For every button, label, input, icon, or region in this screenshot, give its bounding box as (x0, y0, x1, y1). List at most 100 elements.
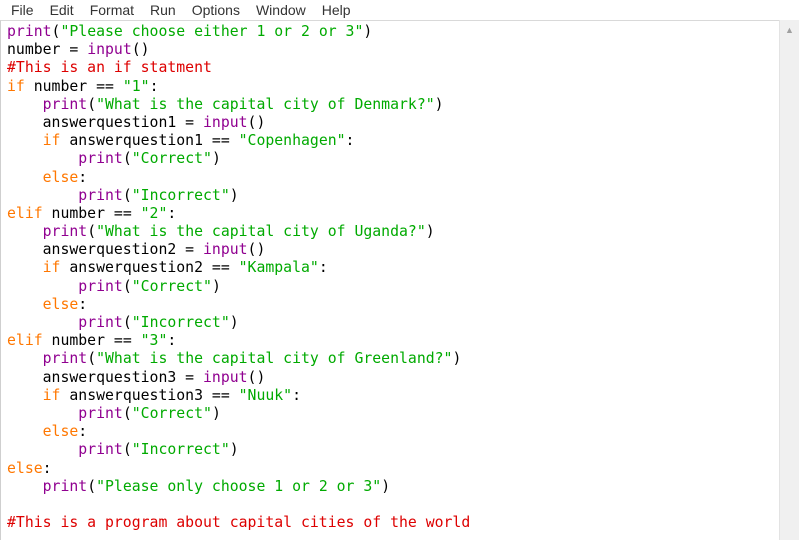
code-line[interactable]: print("Correct") (7, 278, 470, 296)
code-token-keyword: elif (7, 332, 43, 350)
code-token-builtin: input (203, 241, 248, 259)
code-line[interactable]: else: (7, 296, 470, 314)
code-token-plain: ) (229, 186, 239, 204)
menu-help[interactable]: Help (314, 0, 359, 20)
menu-format[interactable]: Format (82, 0, 142, 20)
code-token-plain: ) (434, 95, 444, 113)
code-token-builtin: input (203, 368, 248, 386)
code-token-keyword: if (42, 132, 61, 150)
code-line[interactable]: #This is a program about capital cities … (7, 514, 470, 532)
code-line[interactable]: print("Correct") (7, 150, 470, 168)
code-token-plain: : (78, 295, 88, 313)
code-line[interactable]: print("What is the capital city of Ugand… (7, 223, 470, 241)
code-token-plain: ( (122, 277, 132, 295)
code-token-plain: ( (87, 223, 97, 241)
code-line[interactable]: else: (7, 460, 470, 478)
code-editor[interactable]: print("Please choose either 1 or 2 or 3"… (0, 20, 779, 540)
code-line[interactable]: print("Correct") (7, 405, 470, 423)
code-line[interactable]: answerquestion3 = input() (7, 369, 470, 387)
code-token-plain: : (345, 132, 355, 150)
menu-window[interactable]: Window (248, 0, 314, 20)
code-token-plain: () (131, 41, 150, 59)
code-token-plain: () (247, 368, 266, 386)
code-line[interactable]: if answerquestion1 == "Copenhagen": (7, 132, 470, 150)
code-token-plain: ) (452, 350, 462, 368)
code-text[interactable]: print("Please choose either 1 or 2 or 3"… (7, 23, 470, 532)
code-line[interactable]: elif number == "2": (7, 205, 470, 223)
menu-options[interactable]: Options (184, 0, 248, 20)
code-line[interactable]: if answerquestion3 == "Nuuk": (7, 387, 470, 405)
code-token-keyword: if (42, 259, 61, 277)
code-token-comment: #This is a program about capital cities … (7, 514, 471, 532)
code-token-plain: ( (87, 95, 97, 113)
code-line[interactable]: answerquestion2 = input() (7, 241, 470, 259)
scroll-up-arrow-icon[interactable]: ▲ (780, 20, 799, 40)
code-token-string: "Incorrect" (131, 186, 230, 204)
code-token-plain: ) (211, 150, 221, 168)
code-token-builtin: input (87, 41, 132, 59)
code-line[interactable]: print("Incorrect") (7, 441, 470, 459)
code-line[interactable]: if number == "1": (7, 78, 470, 96)
code-token-plain: ) (211, 277, 221, 295)
code-line[interactable]: else: (7, 169, 470, 187)
code-line[interactable]: print("Please choose either 1 or 2 or 3"… (7, 23, 470, 41)
code-token-plain: ) (229, 314, 239, 331)
code-line[interactable] (7, 496, 470, 514)
code-token-plain: ( (87, 477, 97, 495)
code-token-keyword: else (42, 168, 79, 186)
code-token-plain: number == (24, 77, 123, 95)
menu-file[interactable]: File (0, 0, 42, 20)
code-token-plain: answerquestion2 == (60, 259, 239, 277)
code-line[interactable]: answerquestion1 = input() (7, 114, 470, 132)
code-line[interactable]: elif number == "3": (7, 332, 470, 350)
code-token-plain: : (78, 423, 88, 441)
code-token-keyword: if (42, 386, 61, 404)
code-line[interactable]: print("What is the capital city of Denma… (7, 96, 470, 114)
vertical-scrollbar[interactable]: ▲ (779, 20, 799, 540)
code-token-string: "Please choose either 1 or 2 or 3" (60, 23, 364, 40)
code-token-builtin: print (78, 150, 123, 168)
code-token-builtin: print (78, 186, 123, 204)
code-line[interactable]: number = input() (7, 41, 470, 59)
code-token-string: "Correct" (131, 277, 212, 295)
code-token-keyword: else (42, 423, 79, 441)
code-token-plain: answerquestion3 = (7, 368, 203, 386)
code-token-builtin: print (78, 404, 123, 422)
code-line[interactable]: #This is an if statment (7, 59, 470, 77)
code-token-plain: : (42, 459, 52, 477)
code-token-plain: : (78, 168, 88, 186)
code-token-builtin: print (78, 314, 123, 331)
code-line[interactable]: if answerquestion2 == "Kampala": (7, 259, 470, 277)
code-token-string: "Incorrect" (131, 314, 230, 331)
code-token-plain: ( (122, 186, 132, 204)
code-token-string: "Copenhagen" (238, 132, 346, 150)
code-token-builtin: input (203, 113, 248, 131)
code-token-builtin: print (42, 223, 88, 241)
code-token-plain: : (292, 386, 302, 404)
code-token-string: "1" (122, 77, 150, 95)
code-token-plain: number == (42, 204, 141, 222)
code-line[interactable]: print("Incorrect") (7, 314, 470, 332)
code-line[interactable]: print("Incorrect") (7, 187, 470, 205)
menu-edit[interactable]: Edit (42, 0, 82, 20)
code-line[interactable]: print("What is the capital city of Green… (7, 350, 470, 368)
menu-run[interactable]: Run (142, 0, 184, 20)
code-line[interactable]: print("Please only choose 1 or 2 or 3") (7, 478, 470, 496)
code-token-builtin: print (78, 441, 123, 459)
code-token-string: "What is the capital city of Denmark?" (96, 95, 435, 113)
code-line[interactable]: else: (7, 423, 470, 441)
code-token-plain: answerquestion1 == (60, 132, 239, 150)
code-token-string: "Kampala" (238, 259, 319, 277)
code-token-plain: answerquestion3 == (60, 386, 239, 404)
